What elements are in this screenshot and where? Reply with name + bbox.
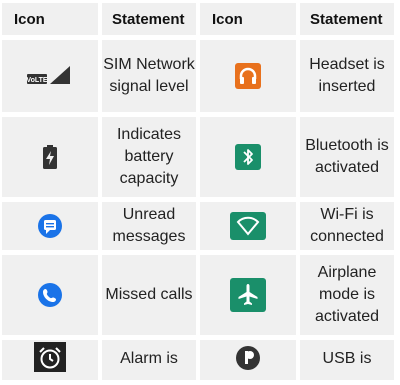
header-statement-1: Statement	[102, 3, 196, 35]
statement-cell: SIM Network signal level	[102, 40, 196, 112]
statement-cell: Alarm is	[102, 340, 196, 380]
statement-cell: Airplane mode is activated	[300, 255, 394, 335]
statement-cell: Bluetooth is activated	[300, 117, 394, 197]
usb-icon	[232, 342, 264, 374]
header-icon-1: Icon	[2, 3, 98, 35]
icon-cell	[2, 202, 98, 250]
table-header-row: Icon Statement Icon Statement	[2, 3, 394, 35]
table-row: Missed calls Airplane mode is activated	[2, 255, 394, 335]
icon-cell	[2, 117, 98, 197]
wifi-icon	[228, 210, 268, 242]
icon-cell	[200, 255, 296, 335]
table-row: Indicates battery capacity Bluetooth is …	[2, 117, 394, 197]
table-row: VoLTE SIM Network signal level Headset i…	[2, 40, 394, 112]
table-row: Unread messages Wi-Fi is connected	[2, 202, 394, 250]
header-statement-2: Statement	[300, 3, 394, 35]
airplane-icon	[228, 277, 268, 313]
statement-cell: Headset is inserted	[300, 40, 394, 112]
icon-cell	[200, 202, 296, 250]
battery-charging-icon	[34, 141, 66, 173]
icon-cell	[200, 340, 296, 380]
header-icon-2: Icon	[200, 3, 296, 35]
icon-cell	[200, 40, 296, 112]
message-icon	[34, 210, 66, 242]
bluetooth-icon	[232, 141, 264, 173]
headset-icon	[232, 60, 264, 92]
statement-cell: Unread messages	[102, 202, 196, 250]
svg-text:VoLTE: VoLTE	[26, 77, 47, 84]
icon-cell	[200, 117, 296, 197]
icon-cell	[2, 340, 98, 380]
icon-cell	[2, 255, 98, 335]
icon-cell: VoLTE	[2, 40, 98, 112]
statement-cell: USB is	[300, 340, 394, 380]
statement-cell: Indicates battery capacity	[102, 117, 196, 197]
volte-signal-icon: VoLTE	[26, 60, 74, 92]
phone-icon	[34, 279, 66, 311]
statement-cell: Wi-Fi is connected	[300, 202, 394, 250]
status-icon-table: Icon Statement Icon Statement VoLTE SIM …	[0, 0, 398, 385]
statement-cell: Missed calls	[102, 255, 196, 335]
table-row: Alarm is USB is	[2, 340, 394, 380]
alarm-icon	[34, 342, 66, 372]
